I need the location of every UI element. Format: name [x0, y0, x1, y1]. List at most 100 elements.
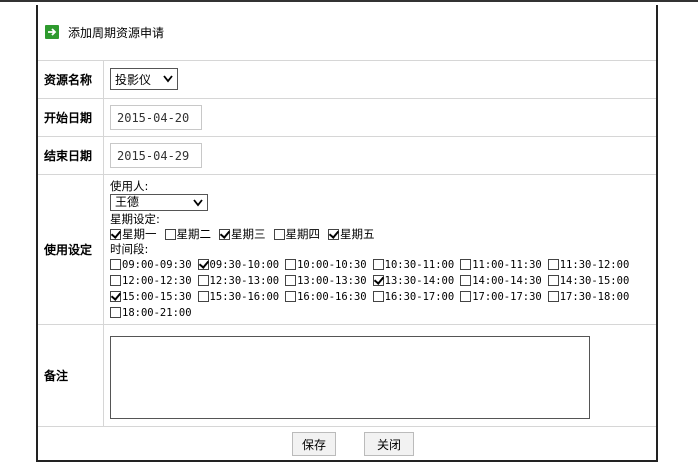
weekday-label: 星期二 — [176, 227, 212, 241]
time-slot-option[interactable]: 13:00-13:30 — [285, 275, 367, 287]
time-slot-checkbox[interactable] — [197, 275, 209, 286]
end-date-input[interactable]: 2015-04-29 — [110, 143, 202, 168]
time-slot-checkbox[interactable] — [110, 307, 121, 318]
time-slot-label: 11:30-12:00 — [559, 259, 630, 271]
time-slot-checkbox[interactable] — [547, 259, 559, 270]
user-select-value: 王德 — [115, 195, 140, 209]
button-bar: 保存 关闭 — [38, 427, 656, 460]
time-slot-option[interactable]: 11:30-12:00 — [547, 259, 630, 271]
end-date-label: 结束日期 — [38, 137, 104, 174]
time-slot-option[interactable]: 14:30-15:00 — [547, 275, 630, 287]
start-date-label: 开始日期 — [38, 99, 104, 136]
resource-label: 资源名称 — [38, 61, 104, 98]
time-slot-option[interactable]: 18:00-21:00 — [110, 307, 192, 319]
time-slot-option[interactable]: 09:00-09:30 — [110, 259, 192, 271]
weekday-option[interactable]: 星期一 — [110, 227, 157, 241]
notes-row: 备注 — [38, 325, 656, 427]
notes-textarea[interactable] — [110, 336, 590, 419]
notes-label: 备注 — [38, 325, 104, 426]
weekday-checkbox[interactable] — [219, 229, 230, 240]
resource-select-value: 投影仪 — [115, 72, 152, 87]
time-slot-checkbox[interactable] — [285, 275, 297, 286]
time-slot-option[interactable]: 16:30-17:00 — [372, 291, 455, 303]
start-date-row: 开始日期 2015-04-20 — [38, 99, 656, 137]
weekday-label: 星期一 — [122, 227, 157, 241]
time-slot-label: 09:00-09:30 — [122, 259, 192, 271]
time-slot-checkbox[interactable] — [285, 291, 297, 302]
resource-select[interactable]: 投影仪 — [110, 68, 178, 90]
time-slot-checkbox[interactable] — [110, 259, 121, 270]
weekday-options: 星期一 星期二 星期三 星期四 星期五 — [110, 227, 652, 242]
weekday-checkbox[interactable] — [273, 229, 285, 240]
time-slot-option[interactable]: 17:30-18:00 — [547, 291, 630, 303]
time-slot-label: 09:30-10:00 — [209, 259, 280, 271]
time-slot-option[interactable]: 16:00-16:30 — [285, 291, 367, 303]
close-button[interactable]: 关闭 — [364, 432, 414, 456]
time-slot-option[interactable]: 15:30-16:00 — [197, 291, 279, 303]
time-slot-checkbox[interactable] — [372, 291, 384, 302]
user-select[interactable]: 王德 — [110, 194, 208, 211]
time-slot-label: 17:00-17:30 — [472, 291, 542, 303]
weekday-option[interactable]: 星期三 — [219, 227, 266, 241]
weekday-checkbox[interactable] — [110, 229, 121, 240]
time-slot-checkbox[interactable] — [110, 291, 121, 302]
weekday-label: 星期五 — [340, 227, 375, 241]
time-slot-label: 15:00-15:30 — [122, 291, 192, 303]
time-slot-checkbox[interactable] — [197, 259, 209, 270]
add-periodic-resource-form: 添加周期资源申请 资源名称 投影仪 开始日期 2015-04-20 结束日期 2… — [36, 5, 658, 462]
usage-row: 使用设定 使用人: 王德 星期设定: 星期一 星期二 星期三 星期四 星期五 时间段: … — [38, 175, 656, 325]
time-slot-options: 09:00-09:30 09:30-10:00 10:00-10:30 10:30-1… — [110, 257, 640, 321]
time-slot-option[interactable]: 12:30-13:00 — [197, 275, 280, 287]
form-title-row: 添加周期资源申请 — [38, 5, 656, 61]
time-slot-checkbox[interactable] — [110, 275, 121, 286]
arrow-right-icon — [45, 25, 59, 39]
slots-label: 时间段: — [110, 242, 149, 256]
time-slot-label: 13:00-13:30 — [297, 275, 367, 287]
weekday-option[interactable]: 星期五 — [328, 227, 375, 241]
time-slot-option[interactable]: 11:00-11:30 — [460, 259, 542, 271]
time-slot-checkbox[interactable] — [197, 291, 209, 302]
time-slot-label: 17:30-18:00 — [559, 291, 630, 303]
weekday-label: 星期三 — [231, 227, 266, 241]
time-slot-option[interactable]: 14:00-14:30 — [460, 275, 542, 287]
time-slot-label: 12:30-13:00 — [209, 275, 280, 287]
weekday-checkbox[interactable] — [328, 229, 339, 240]
time-slot-option[interactable]: 17:00-17:30 — [460, 291, 542, 303]
time-slot-option[interactable]: 12:00-12:30 — [110, 275, 192, 287]
week-label: 星期设定: — [110, 212, 160, 226]
time-slot-checkbox[interactable] — [460, 259, 472, 270]
time-slot-checkbox[interactable] — [372, 259, 384, 270]
weekday-label: 星期四 — [285, 227, 321, 241]
time-slot-option[interactable]: 10:30-11:00 — [372, 259, 454, 271]
time-slot-label: 18:00-21:00 — [122, 307, 192, 319]
time-slot-label: 16:30-17:00 — [384, 291, 455, 303]
resource-row: 资源名称 投影仪 — [38, 61, 656, 99]
time-slot-option[interactable]: 09:30-10:00 — [197, 259, 280, 271]
time-slot-label: 11:00-11:30 — [472, 259, 542, 271]
weekday-option[interactable]: 星期四 — [273, 227, 321, 241]
weekday-checkbox[interactable] — [164, 229, 176, 240]
start-date-input[interactable]: 2015-04-20 — [110, 105, 202, 130]
usage-label: 使用设定 — [38, 175, 104, 324]
time-slot-option[interactable]: 15:00-15:30 — [110, 291, 192, 303]
time-slot-label: 16:00-16:30 — [297, 291, 367, 303]
time-slot-label: 14:00-14:30 — [472, 275, 542, 287]
time-slot-label: 13:30-14:00 — [384, 275, 455, 287]
time-slot-option[interactable]: 10:00-10:30 — [285, 259, 367, 271]
end-date-row: 结束日期 2015-04-29 — [38, 137, 656, 175]
time-slot-label: 14:30-15:00 — [559, 275, 630, 287]
weekday-option[interactable]: 星期二 — [164, 227, 212, 241]
time-slot-checkbox[interactable] — [372, 275, 384, 286]
time-slot-option[interactable]: 13:30-14:00 — [372, 275, 455, 287]
user-label: 使用人: — [110, 179, 149, 193]
chevron-down-icon — [193, 198, 203, 206]
page-title: 添加周期资源申请 — [68, 26, 165, 40]
time-slot-checkbox[interactable] — [285, 259, 297, 270]
time-slot-checkbox[interactable] — [547, 275, 559, 286]
time-slot-checkbox[interactable] — [460, 291, 472, 302]
time-slot-checkbox[interactable] — [460, 275, 472, 286]
time-slot-label: 10:00-10:30 — [297, 259, 367, 271]
chevron-down-icon — [163, 75, 173, 83]
time-slot-checkbox[interactable] — [547, 291, 559, 302]
save-button[interactable]: 保存 — [292, 432, 336, 456]
